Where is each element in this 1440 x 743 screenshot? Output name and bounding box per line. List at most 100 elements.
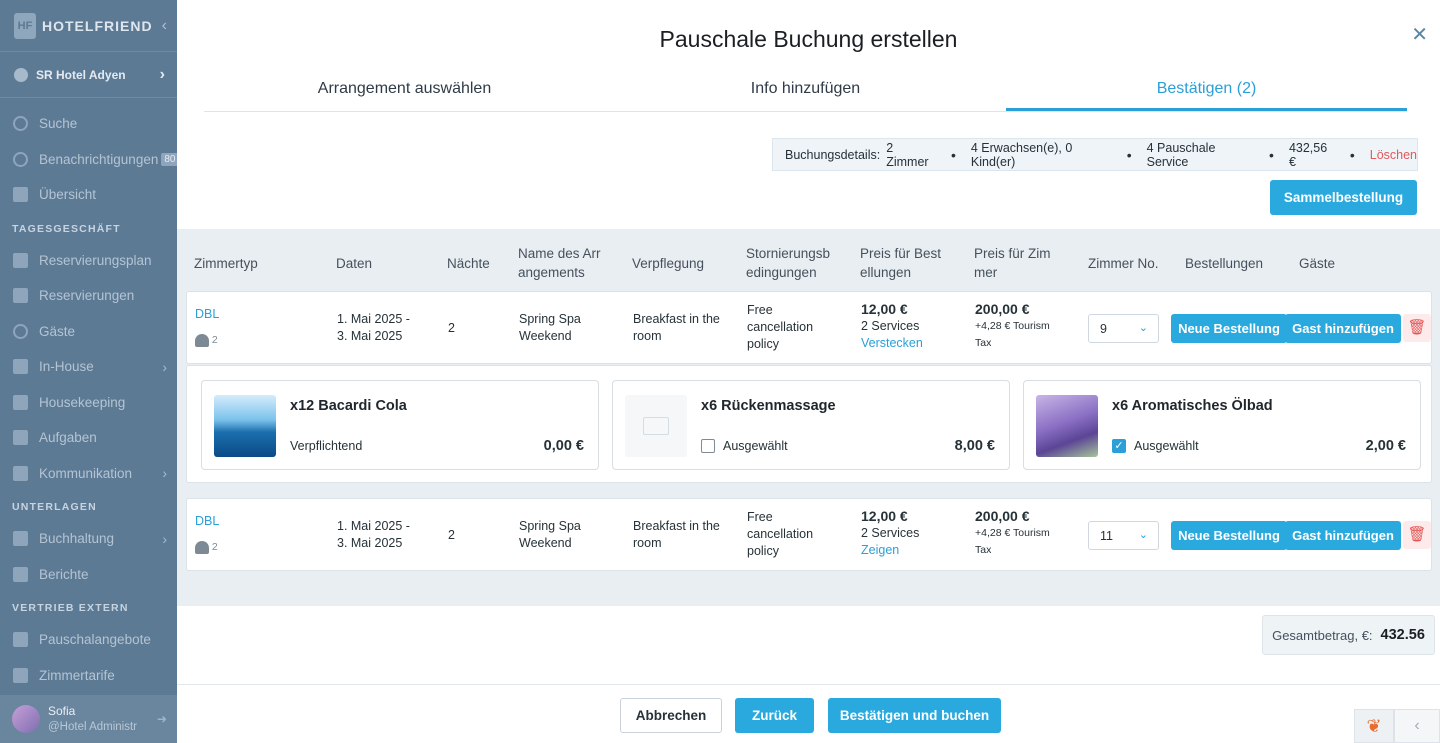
service-card: x12 Bacardi Cola Verpflichtend 0,00 € <box>201 380 599 470</box>
hotel-selector[interactable]: SR Hotel Adyen › <box>0 52 177 98</box>
cancel-button[interactable]: Abbrechen <box>620 698 722 733</box>
tab-bestaetigen[interactable]: Bestätigen (2) <box>1006 70 1407 111</box>
policy-line: cancellation <box>747 527 814 541</box>
debug-toolbar-logo-icon[interactable]: ❦ <box>1354 709 1394 743</box>
sidebar-item-uebersicht[interactable]: Übersicht <box>0 177 177 213</box>
date-start: 1. Mai 2025 - <box>337 312 410 326</box>
cancellation-policy: Free cancellation policy <box>747 509 813 560</box>
service-price: 0,00 € <box>543 438 584 454</box>
order-price: 12,00 € 2 Services Verstecken <box>861 301 923 352</box>
broom-icon <box>13 394 28 410</box>
new-order-button[interactable]: Neue Bestellung <box>1171 314 1287 343</box>
new-order-button[interactable]: Neue Bestellung <box>1171 521 1287 550</box>
trash-icon[interactable]: 🗑 <box>1403 314 1431 342</box>
date-end: 3. Mai 2025 <box>337 329 403 343</box>
add-guest-button[interactable]: Gast hinzufügen <box>1285 314 1401 343</box>
tax-note: Tax <box>975 337 992 349</box>
lavender-image <box>1036 395 1098 457</box>
sidebar-item-benachrichtigungen[interactable]: Benachrichtigungen 80 <box>0 142 177 178</box>
nav-section-heading: VERTRIEB EXTERN <box>12 602 129 614</box>
sidebar-item-zimmertarife[interactable]: Zimmertarife <box>0 658 177 694</box>
summary-label: Buchungsdetails: <box>785 147 881 162</box>
nav-section-heading: TAGESGESCHÄFT <box>12 222 121 235</box>
sea-image <box>214 395 276 457</box>
service-checkbox[interactable] <box>701 439 715 453</box>
chevron-left-icon[interactable]: ‹ <box>1394 709 1440 743</box>
sidebar-item-pauschalangebote[interactable]: Pauschalangebote <box>0 622 177 658</box>
sidebar-item-label: Housekeeping <box>39 394 126 410</box>
date-start: 1. Mai 2025 - <box>337 519 410 533</box>
toggle-services-link[interactable]: Zeigen <box>861 542 919 559</box>
service-status-label: Ausgewählt <box>1134 439 1199 453</box>
dates: 1. Mai 2025 - 3. Mai 2025 <box>337 311 410 345</box>
sidebar-item-label: Aufgaben <box>39 430 97 446</box>
room-number-select[interactable]: 9 ⌄ <box>1088 314 1159 343</box>
sidebar-item-in-house[interactable]: In-House › <box>0 349 177 385</box>
chart-icon <box>13 667 28 683</box>
tag-icon <box>13 632 28 648</box>
modal-footer: Abbrechen Zurück Bestätigen und buchen ❦… <box>177 684 1440 743</box>
meal-line: Breakfast in the <box>633 519 720 533</box>
sidebar-item-reservierungsplan[interactable]: Reservierungsplan <box>0 243 177 279</box>
hotelfriend-logo-icon: HF <box>14 12 36 39</box>
close-icon[interactable]: ✕ <box>1411 22 1428 47</box>
summary-amount: 432,56 € <box>1288 140 1328 169</box>
add-guest-button[interactable]: Gast hinzufügen <box>1285 521 1401 550</box>
collapse-sidebar-icon[interactable]: ‹ <box>162 17 167 35</box>
user-profile[interactable]: Sofia @Hotel Administr ➜ <box>0 695 177 743</box>
separator-dot: • <box>950 146 956 163</box>
delete-link[interactable]: Löschen <box>1370 148 1417 162</box>
sidebar-item-buchhaltung[interactable]: Buchhaltung › <box>0 521 177 557</box>
booking-summary: Buchungsdetails: 2 Zimmer • 4 Erwachsen(… <box>772 138 1418 171</box>
sidebar-item-label: Gäste <box>39 323 76 339</box>
sidebar-item-aufgaben[interactable]: Aufgaben <box>0 420 177 456</box>
booking-modal: Pauschale Buchung erstellen ✕ Arrangemen… <box>177 0 1440 743</box>
sidebar-item-housekeeping[interactable]: Housekeeping <box>0 385 177 421</box>
arrangement-name: Spring Spa Weekend <box>519 311 581 345</box>
sidebar-item-suche[interactable]: Suche <box>0 106 177 142</box>
table-header: Zimmertyp Daten Nächte Name des Arr ange… <box>177 229 1440 290</box>
column-header: Zimmertyp <box>194 256 258 271</box>
confirm-book-button[interactable]: Bestätigen und buchen <box>828 698 1001 733</box>
toggle-services-link[interactable]: Verstecken <box>861 335 923 352</box>
brand-name: HOTELFRIEND <box>42 17 153 34</box>
service-status-label: Ausgewählt <box>723 439 788 453</box>
sidebar-item-kommunikation[interactable]: Kommunikation › <box>0 456 177 492</box>
column-header: Bestellungen <box>1185 256 1264 271</box>
dates: 1. Mai 2025 - 3. Mai 2025 <box>337 518 410 552</box>
chevron-right-icon: › <box>162 465 167 482</box>
date-end: 3. Mai 2025 <box>337 536 403 550</box>
meal-line: room <box>633 329 662 343</box>
services-count: 2 Services <box>861 319 920 333</box>
sidebar-item-label: Reservierungen <box>39 288 135 304</box>
guest-count-value: 2 <box>211 541 218 553</box>
tab-info[interactable]: Info hinzufügen <box>605 70 1006 111</box>
sidebar-item-gaeste[interactable]: Gäste <box>0 314 177 350</box>
service-checkbox-checked[interactable]: ✓ <box>1112 439 1126 453</box>
logout-icon[interactable]: ➜ <box>157 712 167 726</box>
sidebar-item-label: Kommunikation <box>39 465 133 481</box>
arrangement-line: Spring Spa <box>519 312 581 326</box>
back-button[interactable]: Zurück <box>735 698 814 733</box>
service-card: x6 Rückenmassage Ausgewählt 8,00 € <box>612 380 1010 470</box>
chevron-down-icon: ⌄ <box>1138 322 1148 334</box>
sammelbestellung-button[interactable]: Sammelbestellung <box>1270 180 1417 215</box>
hotel-icon <box>14 67 28 82</box>
room-type-link[interactable]: DBL <box>195 513 219 530</box>
trash-icon[interactable]: 🗑 <box>1403 521 1431 549</box>
user-info: Sofia @Hotel Administr <box>48 703 137 735</box>
service-status-label: Verpflichtend <box>290 439 363 453</box>
person-icon <box>13 323 28 339</box>
search-icon <box>13 116 28 132</box>
arrangement-name: Spring Spa Weekend <box>519 518 581 552</box>
tax-note: +4,28 € Tourism <box>975 527 1050 539</box>
sidebar-item-reservierungen[interactable]: Reservierungen <box>0 278 177 314</box>
room-type-link[interactable]: DBL <box>195 306 219 323</box>
room-price-value: 200,00 € <box>975 508 1030 524</box>
guest-count-value: 2 <box>211 334 218 346</box>
tab-arrangement[interactable]: Arrangement auswählen <box>204 70 605 111</box>
column-header: Verpflegung <box>632 256 705 271</box>
sidebar-item-berichte[interactable]: Berichte <box>0 557 177 593</box>
room-number-select[interactable]: 11 ⌄ <box>1088 521 1159 550</box>
separator-dot: • <box>1349 146 1355 163</box>
